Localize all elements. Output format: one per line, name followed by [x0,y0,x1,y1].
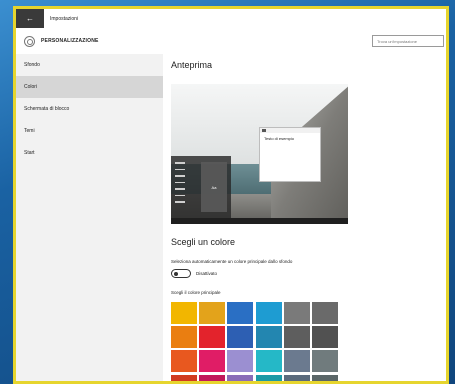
gear-icon [24,35,35,47]
color-swatch[interactable] [199,326,226,349]
preview-taskbar [171,218,348,224]
color-swatch[interactable] [311,326,338,349]
color-swatch[interactable] [311,374,338,381]
color-swatch[interactable] [283,302,310,324]
color-swatch[interactable] [227,350,254,373]
auto-accent-label: Seleziona automaticamente un colore prin… [171,259,293,264]
preview-sample-window: Testo di esempio [259,127,321,182]
toggle-knob [174,271,178,276]
color-swatch[interactable] [171,326,197,349]
preview-heading: Anteprima [171,60,213,70]
color-swatch[interactable] [283,350,310,373]
sidebar-item-temi[interactable]: Temi [16,120,163,142]
toggle-state-label: Disattivato [196,271,218,276]
color-swatch[interactable] [171,302,197,324]
preview-start-list [175,162,189,208]
auto-accent-toggle[interactable] [171,269,191,278]
color-swatch[interactable] [227,326,254,349]
color-swatch-grid [171,302,348,381]
color-swatch[interactable] [283,374,310,381]
color-swatch[interactable] [199,350,226,373]
color-swatch[interactable] [199,374,226,381]
app-title: Impostazioni [50,15,79,22]
color-swatch[interactable] [227,374,254,381]
page-header: PERSONALIZZAZIONE Trova un'impostazione [16,28,446,54]
color-swatch[interactable] [311,302,338,324]
back-button[interactable]: ← [16,9,44,28]
accent-color-label: Scegli il colore principale [171,290,221,295]
color-swatch[interactable] [255,374,282,381]
color-swatch[interactable] [283,326,310,349]
sidebar-item-schermata-di-blocco[interactable]: Schermata di blocco [16,98,163,120]
color-swatch[interactable] [255,350,282,373]
color-swatch[interactable] [171,350,197,373]
sidebar-item-sfondo[interactable]: Sfondo [16,54,163,76]
search-input[interactable]: Trova un'impostazione [372,35,444,47]
color-swatch[interactable] [311,350,338,373]
color-swatch[interactable] [255,326,282,349]
settings-window: ← Impostazioni PERSONALIZZAZIONE Trova u… [13,6,449,384]
main-content: Anteprima Aa Testo di esempio Scegli un … [171,54,446,381]
sidebar-item-colori[interactable]: Colori [16,76,163,98]
preview-start-menu: Aa [171,156,231,218]
preview-image: Aa Testo di esempio [171,84,348,224]
color-swatch[interactable] [171,374,197,381]
sidebar: Sfondo Colori Schermata di blocco Temi S… [16,54,163,381]
color-heading: Scegli un colore [171,237,236,247]
preview-start-tile: Aa [201,162,227,212]
preview-sample-text: Testo di esempio [264,136,295,141]
color-swatch[interactable] [227,302,254,324]
color-swatch[interactable] [255,302,282,324]
color-swatch[interactable] [199,302,226,324]
page-title: PERSONALIZZAZIONE [41,38,99,44]
title-bar: ← Impostazioni [16,9,446,28]
sidebar-item-start[interactable]: Start [16,142,163,164]
